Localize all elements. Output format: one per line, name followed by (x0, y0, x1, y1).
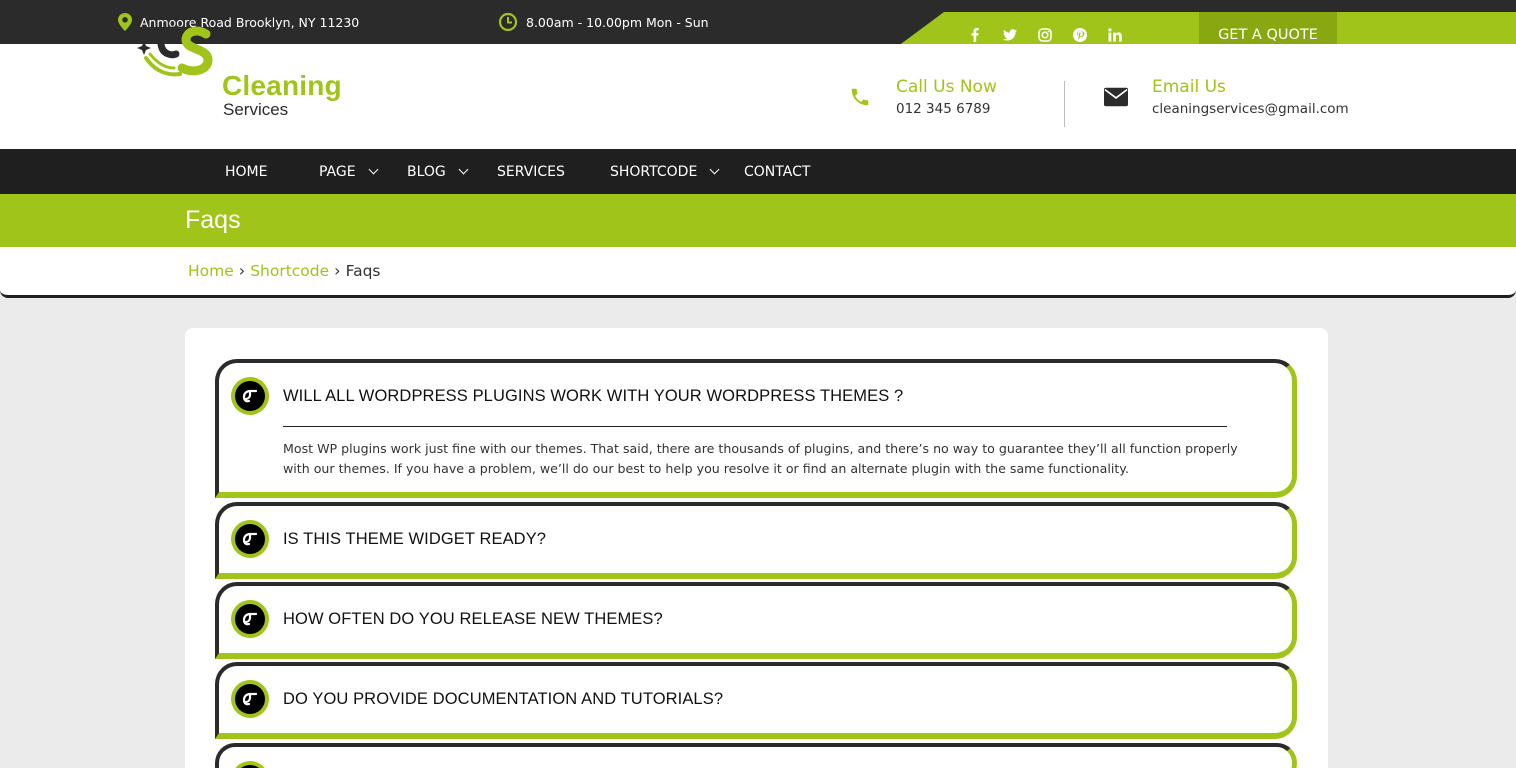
faq-toggle[interactable] (231, 377, 269, 415)
linkedin-icon[interactable] (1106, 27, 1123, 44)
contact-divider (1064, 81, 1065, 127)
faq-item-2[interactable]: IS THIS THEME WIDGET READY? (215, 502, 1297, 579)
faq-question[interactable]: HOW OFTEN DO YOU RELEASE NEW THEMES? (283, 610, 663, 629)
facebook-icon[interactable] (966, 27, 983, 44)
faq-item-3[interactable]: HOW OFTEN DO YOU RELEASE NEW THEMES? (215, 582, 1297, 659)
faq-divider (283, 426, 1227, 427)
breadcrumb-current: Faqs (345, 261, 381, 280)
breadcrumb-home[interactable]: Home (188, 262, 234, 280)
pointing-hand-icon (242, 532, 258, 546)
faq-toggle[interactable] (231, 600, 269, 638)
call-label: Call Us Now (896, 76, 997, 97)
hours-info: 8.00am - 10.00pm Mon - Sun (498, 0, 709, 44)
faq-item-4[interactable]: DO YOU PROVIDE DOCUMENTATION AND TUTORIA… (215, 662, 1297, 739)
nav-home-label: HOME (225, 163, 268, 180)
faq-question[interactable]: WILL ALL WORDPRESS PLUGINS WORK WITH YOU… (283, 387, 903, 406)
pointing-hand-icon (242, 692, 258, 706)
page-title-bar: Faqs (0, 194, 1516, 247)
call-number[interactable]: 012 345 6789 (896, 101, 997, 117)
breadcrumb: Home › Shortcode › Faqs (188, 261, 380, 280)
chevron-right-icon: › (238, 261, 246, 280)
faq-toggle[interactable] (231, 761, 269, 768)
nav-page-label: PAGE (319, 163, 356, 180)
main-nav: HOME PAGE BLOG SERVICES SHORTCODE CONTAC… (0, 149, 1516, 194)
nav-services[interactable]: SERVICES (497, 149, 565, 194)
chevron-right-icon: › (334, 261, 341, 280)
email-label: Email Us (1152, 76, 1226, 97)
nav-page[interactable]: PAGE (319, 149, 379, 194)
hours-text: 8.00am - 10.00pm Mon - Sun (526, 14, 709, 30)
nav-contact-label: CONTACT (744, 163, 811, 180)
email-address[interactable]: cleaningservices@gmail.com (1152, 101, 1349, 117)
faq-answer: Most WP plugins work just fine with our … (283, 441, 1238, 476)
call-contact: Call Us Now 012 345 6789 (848, 44, 997, 149)
logo-title[interactable]: Cleaning (222, 70, 342, 102)
faq-toggle[interactable] (231, 520, 269, 558)
faq-toggle[interactable] (231, 680, 269, 718)
chevron-down-icon (458, 164, 469, 175)
faq-item-1[interactable]: WILL ALL WORDPRESS PLUGINS WORK WITH YOU… (215, 359, 1297, 498)
nav-blog-label: BLOG (407, 163, 446, 180)
map-pin-icon (118, 13, 132, 31)
breadcrumb-bar: Home › Shortcode › Faqs (0, 247, 1516, 298)
twitter-icon[interactable] (1001, 27, 1018, 44)
pinterest-icon[interactable] (1071, 27, 1088, 44)
faq-question[interactable]: DO YOU PROVIDE DOCUMENTATION AND TUTORIA… (283, 690, 723, 709)
nav-shortcode[interactable]: SHORTCODE (610, 149, 720, 194)
phone-icon (851, 88, 869, 105)
logo-subtitle[interactable]: Services (223, 100, 288, 120)
faq-question[interactable]: IS THIS THEME WIDGET READY? (283, 530, 546, 549)
nav-contact[interactable]: CONTACT (744, 149, 810, 194)
envelope-icon (1104, 87, 1128, 106)
logo-mark-icon (137, 26, 213, 77)
chevron-down-icon (368, 164, 379, 175)
breadcrumb-shortcode[interactable]: Shortcode (250, 262, 329, 280)
faq-item-5[interactable] (215, 743, 1297, 768)
clock-icon (498, 12, 518, 32)
chevron-down-icon (709, 164, 720, 175)
pointing-hand-icon (242, 612, 258, 626)
email-contact: Email Us cleaningservices@gmail.com (1104, 44, 1349, 149)
nav-home[interactable]: HOME (225, 149, 267, 194)
nav-shortcode-label: SHORTCODE (610, 163, 698, 180)
pointing-hand-icon (242, 389, 258, 403)
page-title: Faqs (185, 206, 241, 234)
instagram-icon[interactable] (1036, 27, 1053, 44)
nav-blog[interactable]: BLOG (407, 149, 469, 194)
nav-services-label: SERVICES (497, 163, 565, 180)
